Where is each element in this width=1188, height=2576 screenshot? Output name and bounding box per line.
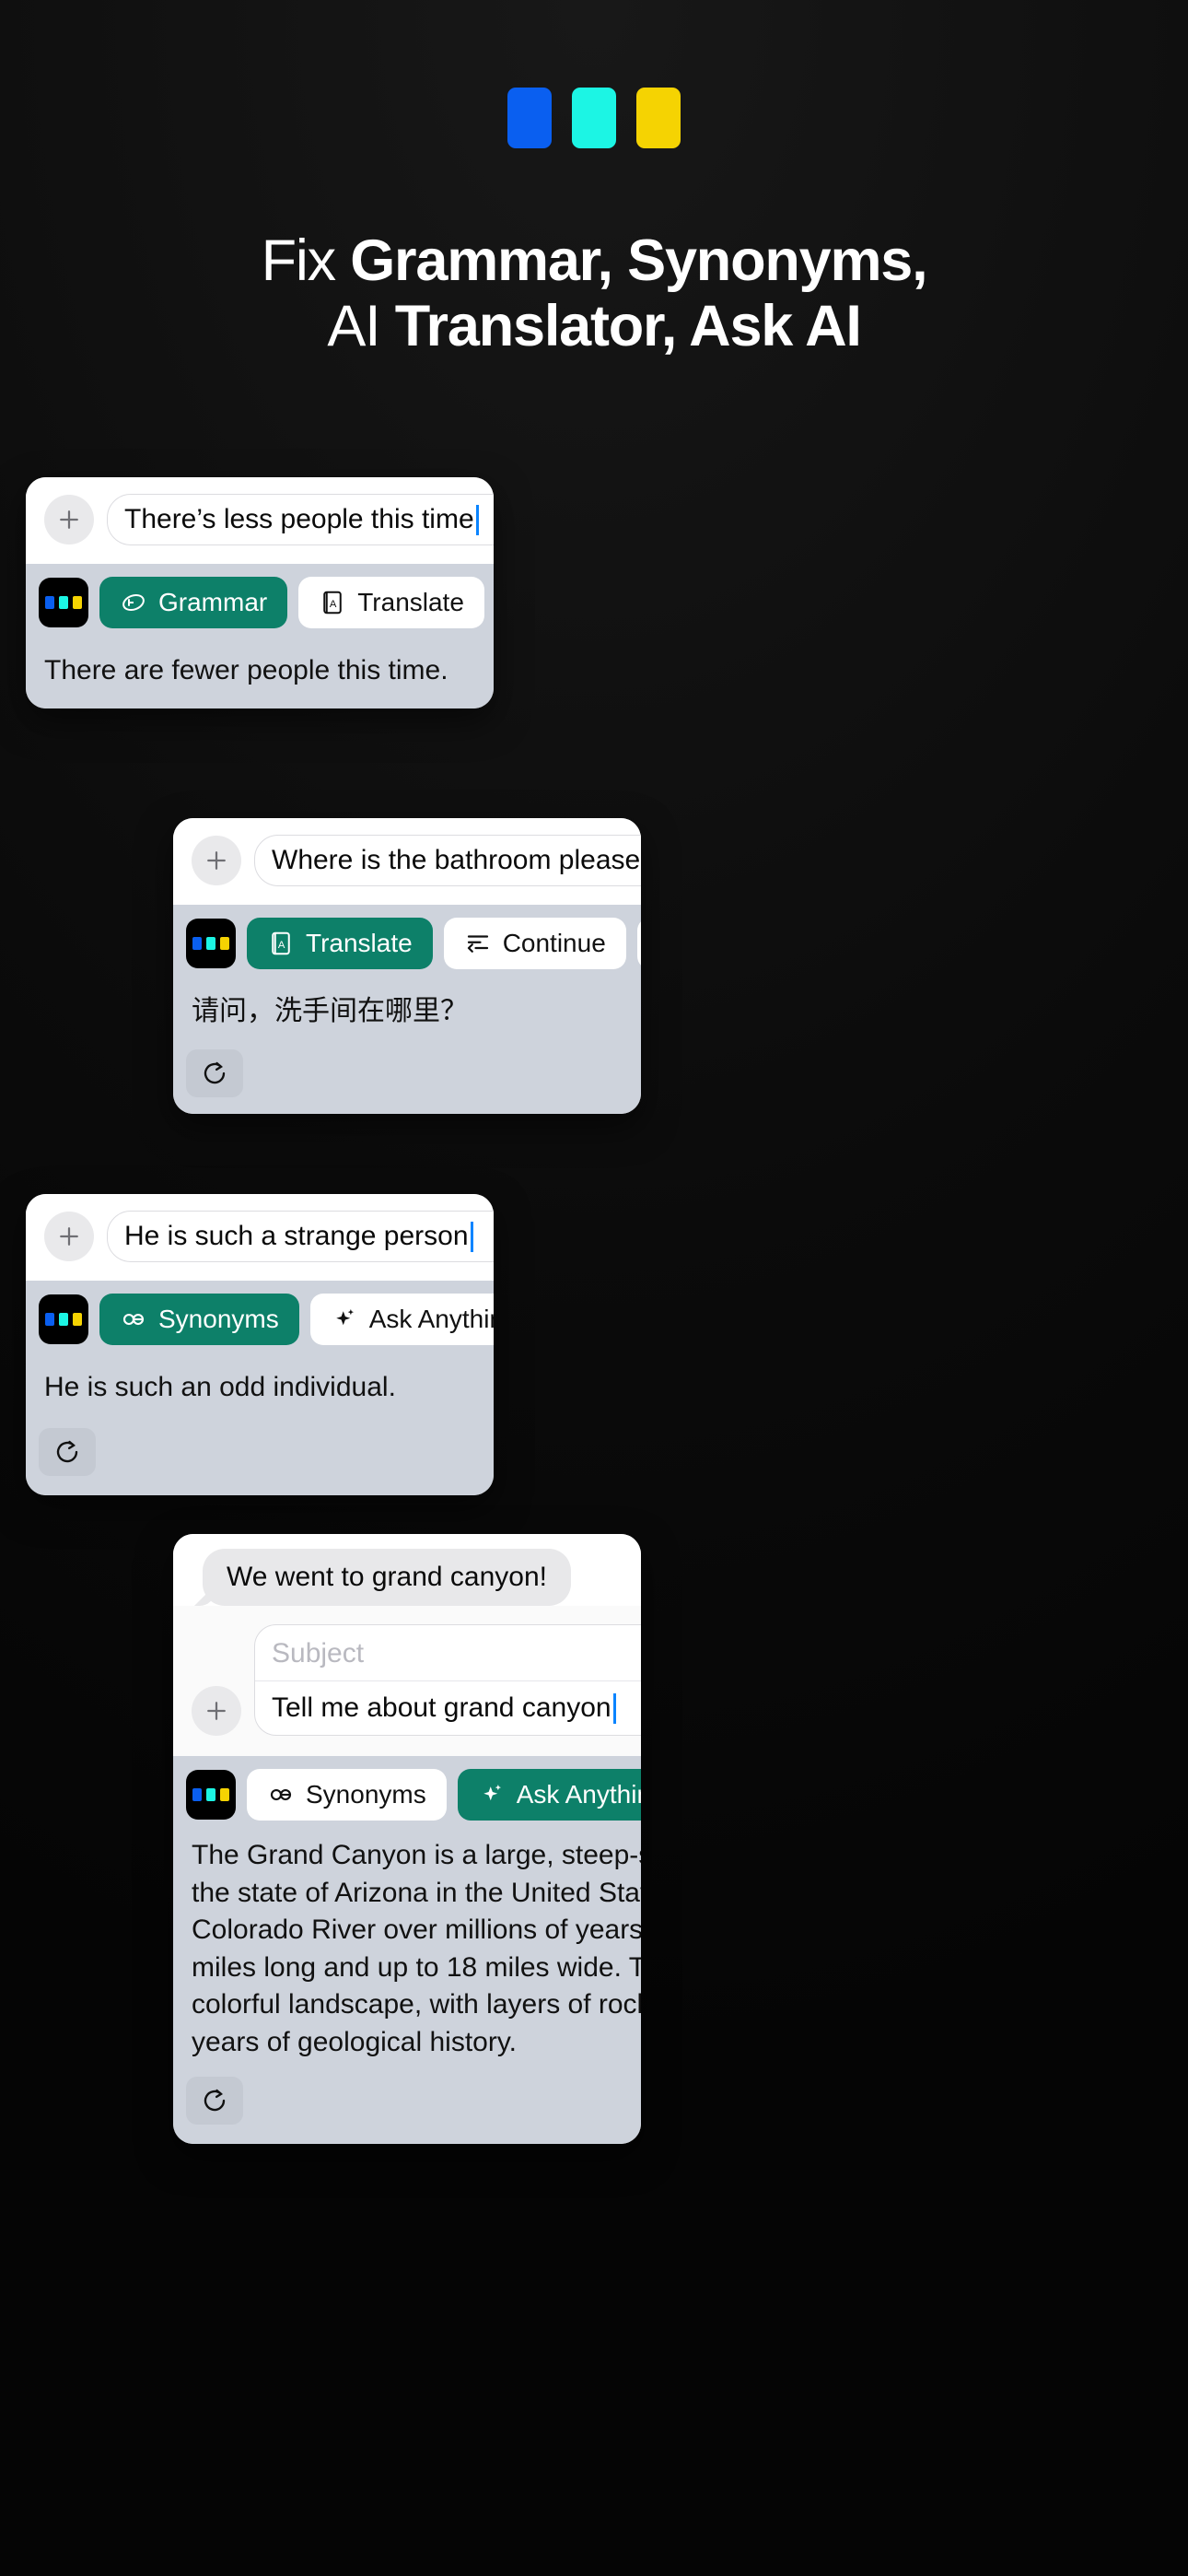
result-text: 请问，洗手间在哪里？ [192, 996, 468, 1026]
chip-synonyms[interactable]: Synonyms [99, 1294, 299, 1345]
grammar-card: There’s less people this time Grammar A … [26, 477, 494, 708]
result-text: There are fewer people this time. [44, 655, 448, 685]
chip-ask-anything-label: Ask Anything [516, 1780, 641, 1809]
refresh-icon[interactable] [186, 2077, 243, 2125]
message-input[interactable]: Where is the bathroom please? [254, 835, 641, 886]
translate-icon: A [272, 931, 290, 955]
chip-synonyms[interactable]: S [636, 918, 641, 969]
keyboard-accessory-bar: A Translate Continue S ‹ [173, 905, 641, 1114]
compose-bar: He is such a strange person [26, 1194, 494, 1281]
text-caret [470, 1221, 473, 1252]
chip-translate[interactable]: A Translate [298, 577, 484, 628]
chip-continue[interactable]: Continue [443, 918, 626, 969]
keyboard-accessory-bar: Synonyms Ask Anything ‹ He is such an od… [26, 1281, 494, 1495]
synonyms-icon [122, 1313, 145, 1326]
subject-input[interactable]: Subject [255, 1625, 641, 1681]
svg-text:A: A [330, 599, 337, 610]
refresh-icon[interactable] [39, 1427, 96, 1476]
app-store-screenshot: Fix Grammar, Synonyms, AI Translator, As… [0, 0, 1188, 2576]
sparkle-icon [335, 1309, 354, 1326]
chip-grammar[interactable]: Grammar [99, 577, 288, 628]
text-caret [612, 1692, 616, 1724]
grammar-icon [122, 593, 145, 612]
message-input[interactable]: Tell me about grand canyon [255, 1681, 641, 1735]
plus-icon[interactable] [192, 836, 241, 885]
synonyms-icon [270, 1788, 292, 1801]
message-input-value: He is such a strange person [124, 1221, 469, 1251]
compose-bar: Subject Tell me about grand canyon [173, 1606, 641, 1756]
plus-icon[interactable] [44, 495, 94, 544]
result-actions: Copy Apply [39, 1416, 494, 1486]
app-logo-icon[interactable] [39, 578, 88, 627]
result-text: He is such an odd individual. [44, 1372, 396, 1402]
chip-ask-anything[interactable]: Ask Anything [457, 1769, 641, 1821]
logo-bar-blue [507, 88, 552, 148]
headline-bold-2: Translator, Ask AI [394, 293, 862, 358]
headline-bold-1: Grammar, Synonyms, [350, 228, 927, 293]
ask-anything-card: We went to grand canyon! Subject Tell me… [173, 1534, 641, 2144]
incoming-message-bubble: We went to grand canyon! [203, 1549, 571, 1606]
mail-input-group[interactable]: Subject Tell me about grand canyon [254, 1624, 641, 1736]
chip-synonyms-label: Synonyms [158, 1305, 279, 1333]
headline-light-1: Fix [261, 228, 351, 293]
svg-text:A: A [278, 940, 285, 951]
chip-translate-label: Translate [306, 929, 413, 957]
compose-bar: Where is the bathroom please? [173, 818, 641, 905]
app-logo-icon[interactable] [39, 1294, 88, 1344]
result-actions: Copy Apply [186, 2065, 641, 2135]
chip-continue-label: Continue [502, 929, 606, 957]
keyboard-accessory-bar: Grammar A Translate ‹ There are fewer pe… [26, 564, 494, 708]
headline-light-2: AI [327, 293, 395, 358]
chip-translate-label: Translate [357, 588, 464, 616]
app-logo-icon[interactable] [186, 1770, 236, 1820]
synonyms-card: He is such a strange person Synonyms Ask… [26, 1194, 494, 1495]
refresh-icon[interactable] [186, 1048, 243, 1097]
sparkle-icon [483, 1785, 501, 1801]
chip-ask-anything[interactable]: Ask Anything [309, 1294, 494, 1345]
text-caret [475, 504, 479, 535]
result-text: The Grand Canyon is a large, steep-sided… [192, 1840, 641, 2057]
compose-bar: There’s less people this time [26, 477, 494, 564]
app-logo-bars [0, 88, 1188, 148]
chip-synonyms[interactable]: Synonyms [247, 1769, 447, 1821]
message-input-value: Where is the bathroom please? [272, 845, 641, 875]
plus-icon[interactable] [192, 1686, 241, 1736]
chip-synonyms-label: Synonyms [306, 1780, 426, 1809]
chip-translate[interactable]: A Translate [247, 918, 433, 969]
app-logo-icon[interactable] [186, 919, 236, 968]
chip-grammar-label: Grammar [158, 588, 268, 616]
conversation-header: We went to grand canyon! [173, 1534, 641, 1606]
plus-icon[interactable] [44, 1212, 94, 1261]
message-input[interactable]: There’s less people this time [107, 494, 494, 545]
page-title: Fix Grammar, Synonyms, AI Translator, As… [0, 228, 1188, 358]
logo-bar-yellow [636, 88, 681, 148]
translate-icon: A [323, 591, 342, 615]
chip-ask-anything-label: Ask Anything [368, 1305, 494, 1333]
message-input-value: Tell me about grand canyon [272, 1692, 611, 1723]
result-actions [186, 1040, 641, 1105]
translate-card: Where is the bathroom please? A Translat… [173, 818, 641, 1114]
message-input[interactable]: He is such a strange person [107, 1211, 494, 1262]
logo-bar-cyan [572, 88, 616, 148]
keyboard-accessory-bar: Synonyms Ask Anything ‹ The Grand Canyon… [173, 1756, 641, 2144]
continue-icon [467, 935, 488, 953]
message-input-value: There’s less people this time [124, 504, 474, 534]
